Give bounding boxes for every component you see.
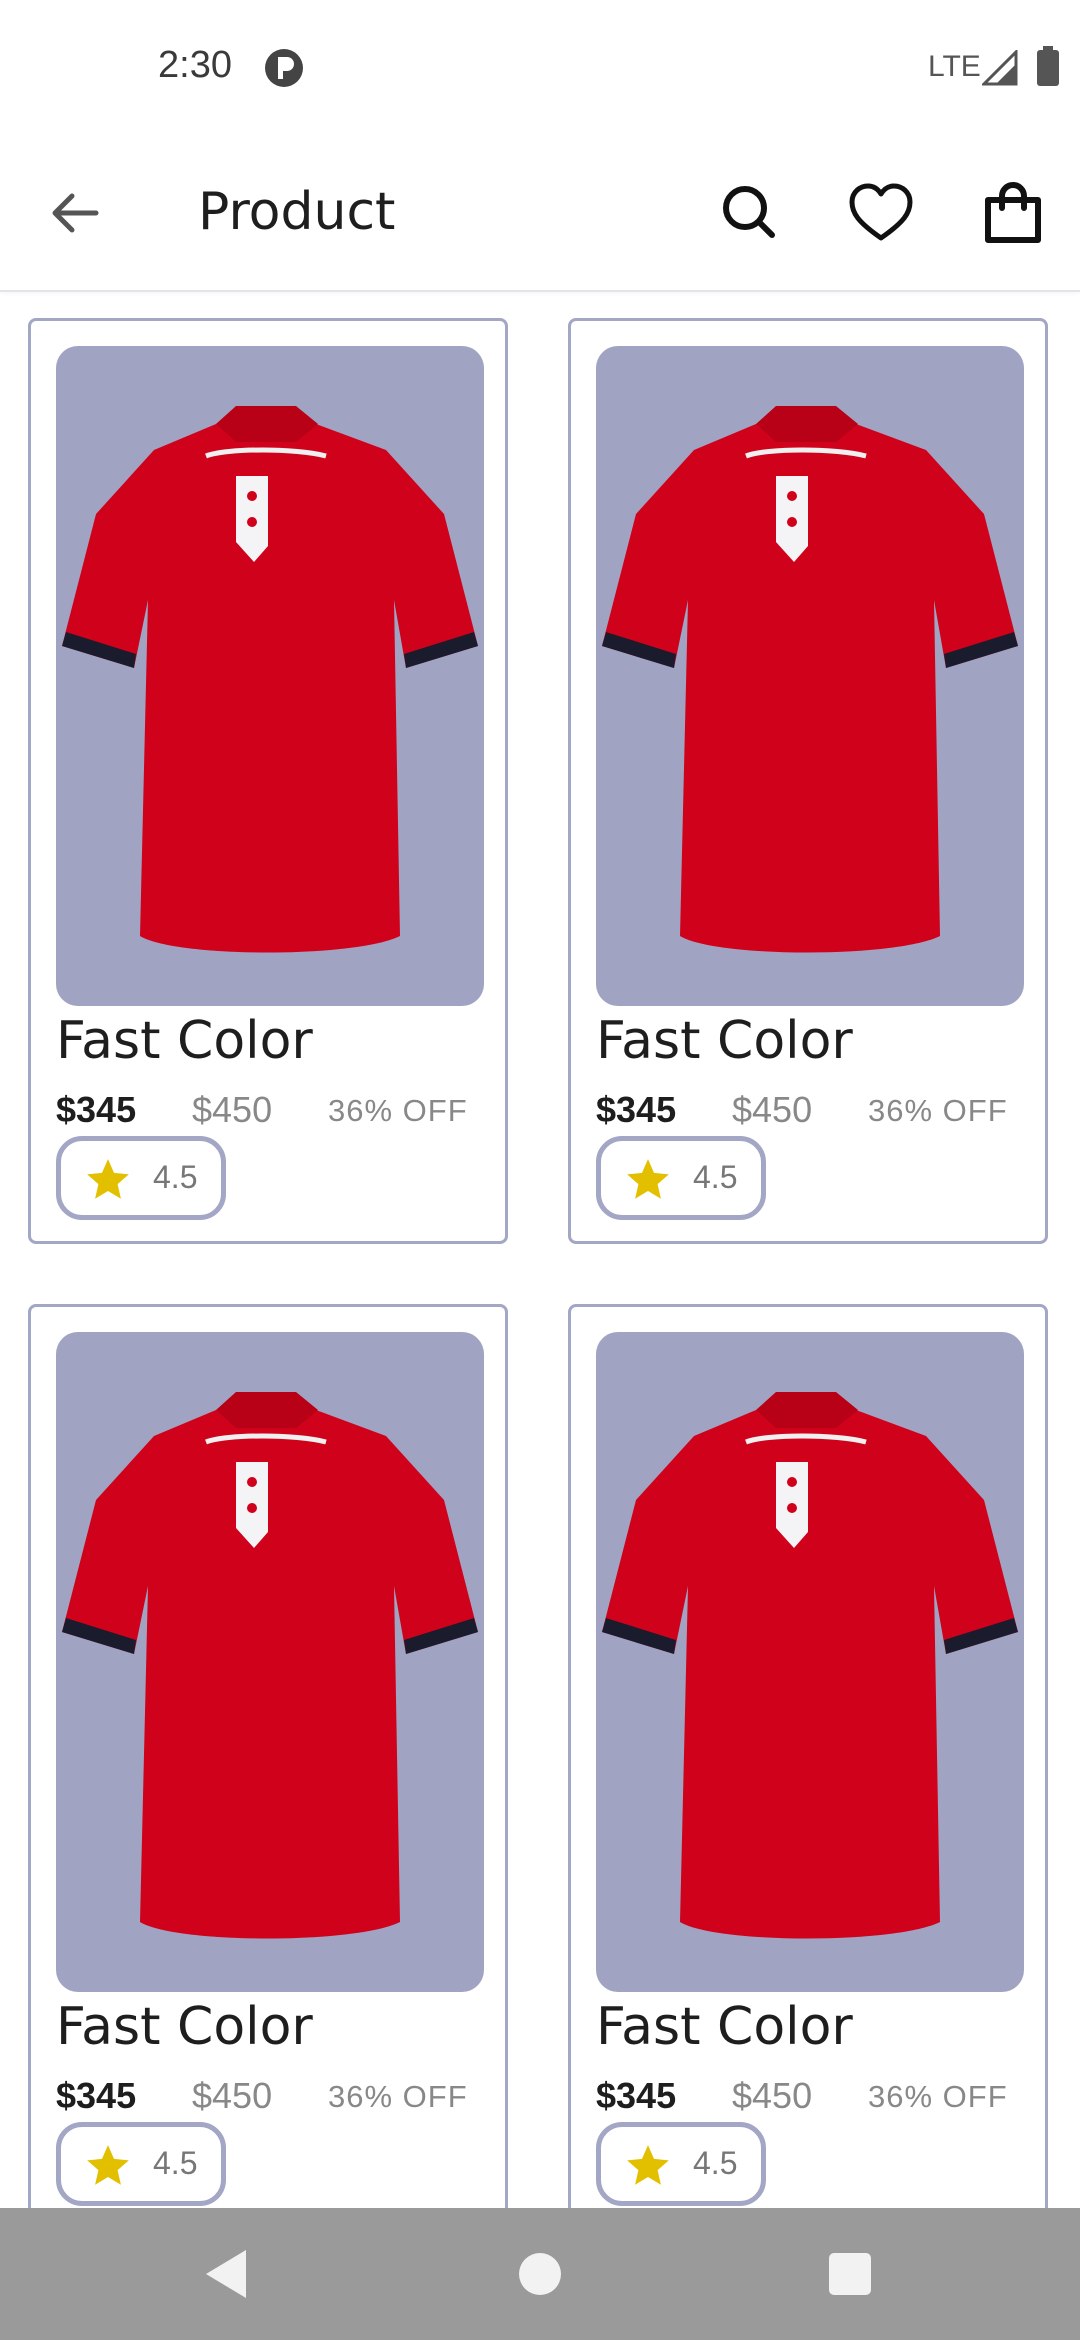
nav-back-button[interactable] bbox=[190, 2238, 262, 2310]
heart-icon bbox=[849, 183, 913, 241]
product-title: Fast Color bbox=[596, 1011, 853, 1071]
original-price: $450 bbox=[192, 1089, 273, 1130]
nav-recents-button[interactable] bbox=[814, 2238, 886, 2310]
search-button[interactable] bbox=[712, 176, 786, 250]
network-type: LTE bbox=[928, 50, 981, 83]
back-button[interactable] bbox=[40, 178, 110, 248]
product-image bbox=[596, 1332, 1024, 1992]
app-bar: Product bbox=[0, 140, 1080, 292]
rating-chip[interactable]: 4.5 bbox=[596, 1136, 766, 1220]
search-icon bbox=[723, 186, 775, 238]
price-row: $345 $450 36% OFF bbox=[56, 1089, 496, 1139]
discount-label: 36% OFF bbox=[328, 1093, 468, 1128]
shopping-bag-icon bbox=[985, 182, 1041, 243]
nav-home-icon bbox=[519, 2253, 561, 2295]
rating-chip[interactable]: 4.5 bbox=[56, 1136, 226, 1220]
product-title: Fast Color bbox=[56, 1011, 313, 1071]
product-card[interactable]: Fast Color $345 $450 36% OFF 4.5 bbox=[28, 1304, 508, 2230]
discount-label: 36% OFF bbox=[868, 1093, 1008, 1128]
nav-back-icon bbox=[206, 2250, 246, 2298]
product-image bbox=[56, 346, 484, 1006]
rating-chip[interactable]: 4.5 bbox=[596, 2122, 766, 2206]
nav-home-button[interactable] bbox=[504, 2238, 576, 2310]
product-card[interactable]: Fast Color $345 $450 36% OFF 4.5 bbox=[568, 318, 1048, 1244]
product-card[interactable]: Fast Color $345 $450 36% OFF 4.5 bbox=[28, 318, 508, 1244]
rating-value: 4.5 bbox=[153, 2145, 198, 2181]
current-price: $345 bbox=[56, 1089, 137, 1130]
product-title: Fast Color bbox=[596, 1997, 853, 2057]
signal-icon bbox=[982, 50, 1018, 86]
polo-shirt-image bbox=[602, 406, 1018, 953]
polo-shirt-image bbox=[62, 1392, 478, 1939]
star-icon bbox=[627, 1159, 669, 1199]
product-card[interactable]: Fast Color $345 $450 36% OFF 4.5 bbox=[568, 1304, 1048, 2230]
discount-label: 36% OFF bbox=[868, 2079, 1008, 2114]
original-price: $450 bbox=[192, 2075, 273, 2116]
battery-icon bbox=[1037, 46, 1059, 86]
price-row: $345 $450 36% OFF bbox=[596, 1089, 1036, 1139]
back-arrow-icon bbox=[52, 193, 99, 233]
discount-label: 36% OFF bbox=[328, 2079, 468, 2114]
original-price: $450 bbox=[732, 2075, 813, 2116]
rating-value: 4.5 bbox=[153, 1159, 198, 1195]
current-price: $345 bbox=[596, 1089, 677, 1130]
wishlist-button[interactable] bbox=[844, 176, 918, 250]
rating-value: 4.5 bbox=[693, 1159, 738, 1195]
cart-button[interactable] bbox=[976, 176, 1050, 250]
original-price: $450 bbox=[732, 1089, 813, 1130]
star-icon bbox=[627, 2145, 669, 2185]
polo-shirt-image bbox=[602, 1392, 1018, 1939]
product-image bbox=[596, 346, 1024, 1006]
rating-chip[interactable]: 4.5 bbox=[56, 2122, 226, 2206]
system-nav-bar bbox=[0, 2208, 1080, 2340]
page-title: Product bbox=[198, 182, 396, 242]
product-image bbox=[56, 1332, 484, 1992]
star-icon bbox=[87, 1159, 129, 1199]
polo-shirt-image bbox=[62, 406, 478, 953]
app-notification-icon bbox=[265, 49, 303, 87]
star-icon bbox=[87, 2145, 129, 2185]
status-bar: 2:30 LTE bbox=[0, 0, 1080, 140]
status-time: 2:30 bbox=[158, 44, 232, 86]
current-price: $345 bbox=[596, 2075, 677, 2116]
rating-value: 4.5 bbox=[693, 2145, 738, 2181]
current-price: $345 bbox=[56, 2075, 137, 2116]
price-row: $345 $450 36% OFF bbox=[596, 2075, 1036, 2125]
product-title: Fast Color bbox=[56, 1997, 313, 2057]
nav-recents-icon bbox=[829, 2253, 871, 2295]
price-row: $345 $450 36% OFF bbox=[56, 2075, 496, 2125]
